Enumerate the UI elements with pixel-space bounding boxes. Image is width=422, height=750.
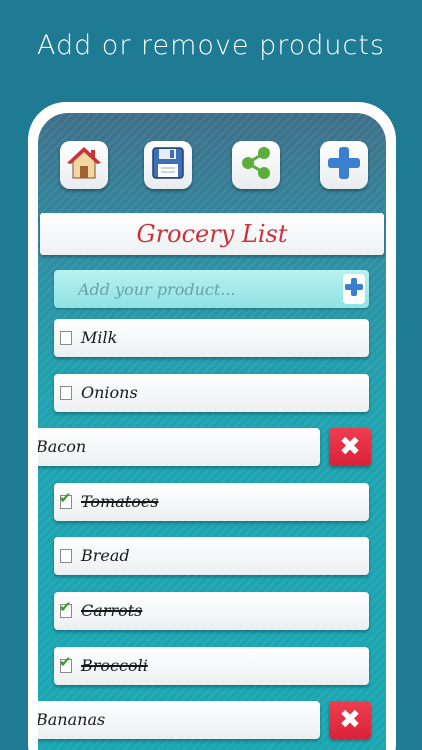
item-checkbox[interactable] <box>60 386 72 400</box>
list-item[interactable]: ✔ Carrots <box>54 592 369 630</box>
list-item-label: Bread <box>81 546 130 565</box>
list-item-label: Onions <box>81 383 138 402</box>
list-title-bar: Grocery List <box>40 213 384 255</box>
list-item-label: Broccoli <box>81 656 148 675</box>
toolbar <box>38 141 386 191</box>
add-product-input[interactable] <box>78 277 328 301</box>
delete-button[interactable]: ✖ <box>329 428 371 466</box>
share-icon <box>238 145 274 185</box>
checkmark-icon: ✔ <box>59 489 72 507</box>
checkmark-icon: ✔ <box>59 598 72 616</box>
close-icon: ✖ <box>339 705 361 735</box>
list-item-label: Bacon <box>38 437 87 456</box>
list-item-label: Carrots <box>81 601 143 620</box>
list-title: Grocery List <box>136 220 288 248</box>
list-item-swiped[interactable]: Bananas <box>38 701 320 739</box>
save-button[interactable] <box>144 141 192 189</box>
item-checkbox[interactable] <box>60 331 72 345</box>
list-item-label: Milk <box>81 328 118 347</box>
headline: Add or remove products <box>36 30 386 61</box>
list-item-label: Tomatoes <box>81 492 159 511</box>
item-checkbox[interactable] <box>60 549 72 563</box>
add-product-row <box>54 270 369 308</box>
list-item-label: Bananas <box>38 710 106 729</box>
list-item[interactable]: Bread <box>54 537 369 575</box>
app-screen: Grocery List Milk Onions Bacon ✖ ✔ Tomatoes Br… <box>38 113 386 750</box>
list-item[interactable]: Milk <box>54 319 369 357</box>
list-item-swiped[interactable]: Bacon <box>38 428 320 466</box>
list-item[interactable]: Onions <box>54 374 369 412</box>
add-button[interactable] <box>320 141 368 189</box>
delete-button[interactable]: ✖ <box>329 701 371 739</box>
plus-icon <box>345 278 363 300</box>
list-item[interactable]: ✔ Tomatoes <box>54 483 369 521</box>
home-button[interactable] <box>60 141 108 189</box>
plus-icon <box>326 145 362 185</box>
close-icon: ✖ <box>339 432 361 462</box>
add-product-button[interactable] <box>343 274 365 304</box>
floppy-disk-icon <box>150 145 186 185</box>
list-item[interactable]: ✔ Broccoli <box>54 647 369 685</box>
checkmark-icon: ✔ <box>59 653 72 671</box>
share-button[interactable] <box>232 141 280 189</box>
home-icon <box>66 145 102 185</box>
